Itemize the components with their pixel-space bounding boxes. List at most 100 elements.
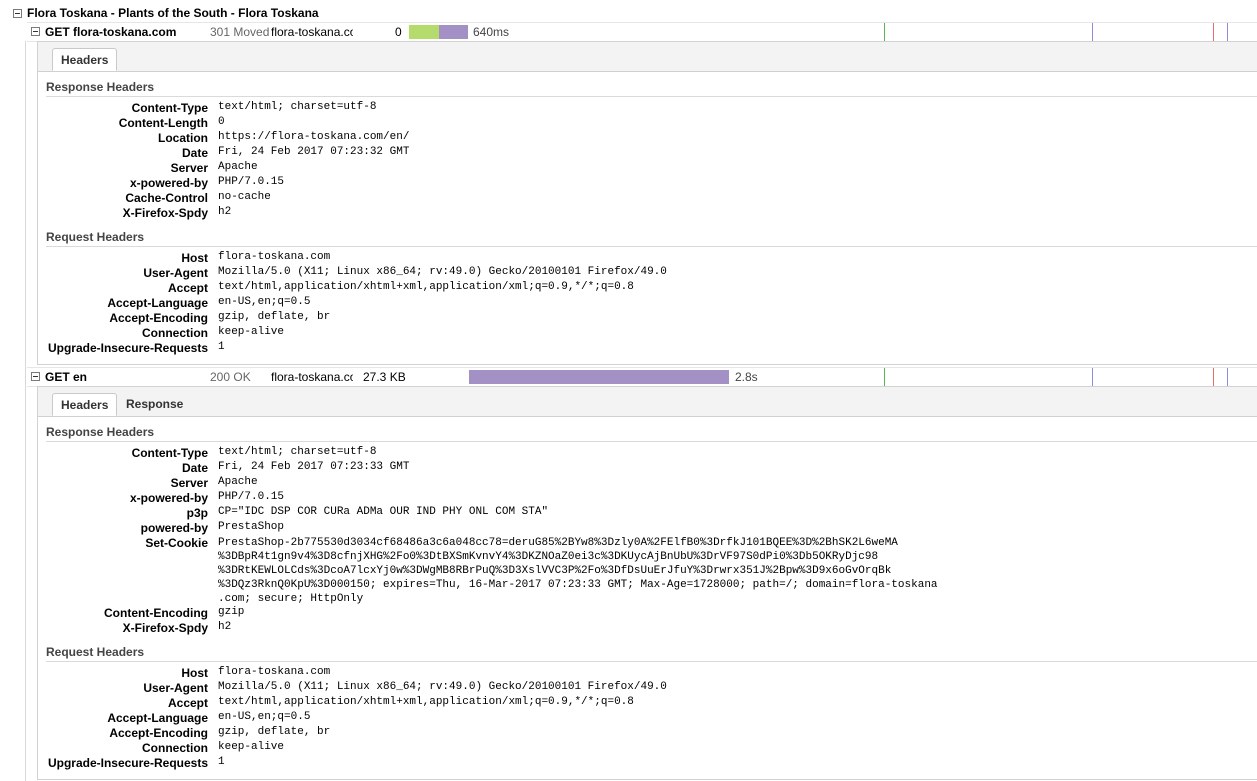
header-value: en-US,en;q=0.5	[218, 296, 311, 308]
request-row[interactable]: GET en 200 OK flora-toskana.com 27.3 KB …	[27, 367, 1257, 387]
timeline-marker-red	[1213, 368, 1214, 386]
header-value: text/html,application/xhtml+xml,applicat…	[218, 696, 634, 708]
header-value: h2	[218, 621, 232, 633]
request-status: 200 OK	[210, 370, 251, 384]
header-value: keep-alive	[218, 741, 285, 753]
header-name: Server	[170, 161, 208, 175]
header-value: flora-toskana.com	[218, 666, 331, 678]
header-value: Mozilla/5.0 (X11; Linux x86_64; rv:49.0)…	[218, 266, 667, 278]
section-divider	[46, 246, 1257, 247]
header-value: gzip	[218, 606, 245, 618]
set-cookie-value: PrestaShop-2b775530d3034cf68486a3c6a048c…	[218, 537, 938, 605]
header-value: PHP/7.0.15	[218, 176, 285, 188]
details-tabbar: Headers Response	[38, 387, 1257, 417]
request-time: 2.8s	[735, 370, 758, 384]
request-method-url: GET en	[45, 370, 88, 384]
header-name: Host	[181, 666, 208, 680]
header-name: Content-Type	[131, 446, 208, 460]
request-size: 0	[395, 25, 402, 39]
header-value: flora-toskana.com	[218, 251, 331, 263]
header-name: x-powered-by	[129, 491, 208, 505]
tab-headers[interactable]: Headers	[52, 48, 118, 71]
header-name: Accept-Language	[107, 711, 208, 725]
header-name: Upgrade-Insecure-Requests	[47, 341, 208, 355]
section-divider	[46, 661, 1257, 662]
header-name: Cache-Control	[125, 191, 208, 205]
details-tabbar: Headers	[38, 42, 1257, 72]
header-value: PrestaShop	[218, 521, 285, 533]
section-divider	[46, 96, 1257, 97]
header-name: Host	[181, 251, 208, 265]
header-name: Content-Encoding	[104, 606, 208, 620]
header-name: Content-Type	[131, 101, 208, 115]
header-value: keep-alive	[218, 326, 285, 338]
header-name: Accept-Encoding	[109, 311, 208, 325]
header-value: gzip, deflate, br	[218, 311, 331, 323]
header-name: X-Firefox-Spdy	[122, 206, 208, 220]
header-name: User-Agent	[143, 681, 208, 695]
header-name: powered-by	[140, 521, 208, 535]
section-title: Request Headers	[46, 645, 145, 659]
header-name: Connection	[142, 741, 208, 755]
header-value: text/html; charset=utf-8	[218, 101, 377, 113]
header-name: Accept-Language	[107, 296, 208, 310]
header-value: 0	[218, 116, 225, 128]
header-value: Fri, 24 Feb 2017 07:23:33 GMT	[218, 461, 410, 473]
section-title: Request Headers	[46, 230, 145, 244]
header-value: Mozilla/5.0 (X11; Linux x86_64; rv:49.0)…	[218, 681, 667, 693]
request-details-panel: Headers Response Response Headers Conten…	[37, 386, 1257, 780]
header-name: Upgrade-Insecure-Requests	[47, 756, 208, 770]
request-method-url: GET flora-toskana.com	[45, 25, 177, 39]
receiving-bar	[439, 25, 468, 39]
tab-headers[interactable]: Headers	[52, 393, 118, 416]
header-name: User-Agent	[143, 266, 208, 280]
header-value: gzip, deflate, br	[218, 726, 331, 738]
page-load-line	[1092, 23, 1093, 41]
request-row[interactable]: GET flora-toskana.com 301 Moved flora-to…	[27, 22, 1257, 42]
header-name: Location	[158, 131, 208, 145]
page-load-line	[1092, 368, 1093, 386]
tab-response[interactable]: Response	[118, 393, 191, 416]
header-name: Accept	[167, 281, 208, 295]
section-title: Response Headers	[46, 80, 155, 94]
request-collapse-toggle[interactable]	[31, 372, 40, 381]
header-name: X-Firefox-Spdy	[122, 621, 208, 635]
waiting-bar	[409, 25, 439, 39]
header-value: 1	[218, 341, 225, 353]
header-name: Connection	[142, 326, 208, 340]
header-value: no-cache	[218, 191, 271, 203]
timeline-marker-red	[1213, 23, 1214, 41]
request-time: 640ms	[473, 25, 510, 39]
header-name: Date	[181, 146, 208, 160]
header-name: x-powered-by	[129, 176, 208, 190]
timeline-marker-blue	[1227, 23, 1228, 41]
request-details-panel: Headers Response Headers Content-Type te…	[37, 41, 1257, 365]
request-size: 27.3 KB	[363, 370, 406, 384]
header-name: Content-Length	[118, 116, 208, 130]
header-value: 1	[218, 756, 225, 768]
receiving-bar	[469, 370, 729, 384]
request-collapse-toggle[interactable]	[31, 27, 40, 36]
request-domain: flora-toskana.com	[271, 370, 353, 384]
header-name: Accept-Encoding	[109, 726, 208, 740]
header-name: Date	[181, 461, 208, 475]
request-domain: flora-toskana.com	[271, 25, 353, 39]
header-value: text/html; charset=utf-8	[218, 446, 377, 458]
header-value: PHP/7.0.15	[218, 491, 285, 503]
header-name: Accept	[167, 696, 208, 710]
header-name: Server	[170, 476, 208, 490]
header-name: Set-Cookie	[145, 536, 208, 550]
header-value: CP="IDC DSP COR CURa ADMa OUR IND PHY ON…	[218, 506, 549, 518]
header-value: Fri, 24 Feb 2017 07:23:32 GMT	[218, 146, 410, 158]
dom-content-loaded-line	[884, 23, 885, 41]
page-title: Flora Toskana - Plants of the South - Fl…	[27, 6, 319, 20]
header-value: h2	[218, 206, 232, 218]
section-divider	[46, 441, 1257, 442]
dom-content-loaded-line	[884, 368, 885, 386]
header-value: Apache	[218, 476, 258, 488]
section-title: Response Headers	[46, 425, 155, 439]
header-value: Apache	[218, 161, 258, 173]
header-value: https://flora-toskana.com/en/	[218, 131, 410, 143]
page-collapse-toggle[interactable]	[13, 9, 22, 18]
header-value: text/html,application/xhtml+xml,applicat…	[218, 281, 634, 293]
